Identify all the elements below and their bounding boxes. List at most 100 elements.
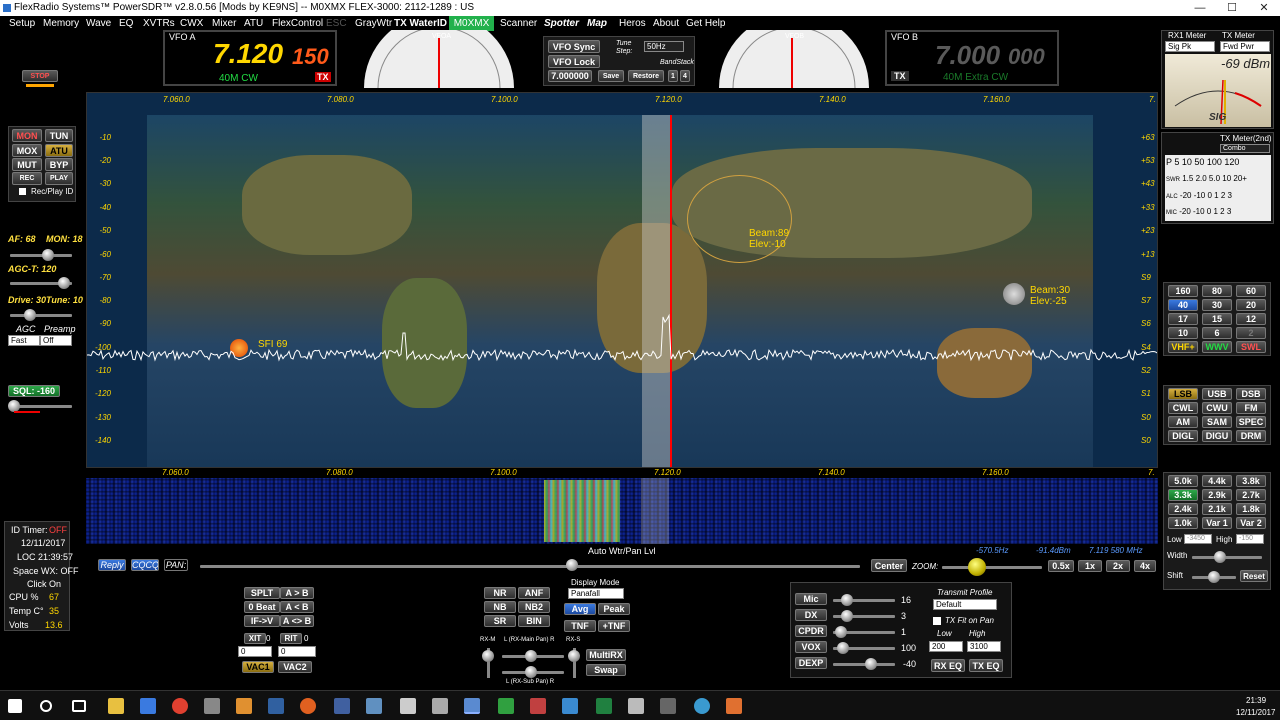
mode-spec[interactable]: SPEC: [1236, 416, 1266, 428]
app-icon-13[interactable]: [660, 698, 676, 714]
zoom-slider-knob[interactable]: [968, 558, 986, 576]
dexp-button[interactable]: DEXP: [795, 657, 827, 669]
band-60[interactable]: 60: [1236, 285, 1266, 297]
mic-knob[interactable]: [841, 594, 853, 606]
main-pan-knob[interactable]: [525, 650, 537, 662]
filter-high-input[interactable]: -150: [1236, 534, 1264, 544]
filter-2.1k[interactable]: 2.1k: [1202, 503, 1232, 515]
sql-button[interactable]: SQL: -160: [8, 385, 60, 397]
menu-esc[interactable]: ESC: [323, 16, 350, 31]
transmit-profile-select[interactable]: Default: [933, 599, 997, 610]
vfo-a-display[interactable]: VFO A 7.120 150 40M CW TX: [163, 30, 337, 86]
atu-button[interactable]: ATU: [45, 144, 73, 157]
menu-graywtr[interactable]: GrayWtr: [352, 16, 395, 31]
menu-get-help[interactable]: Get Help: [683, 16, 728, 31]
pan-slider-knob[interactable]: [566, 559, 578, 571]
menu-map[interactable]: Map: [584, 16, 610, 31]
cqcq-button[interactable]: CQCQ: [131, 559, 159, 571]
filter-shift-knob[interactable]: [1208, 571, 1220, 583]
mode-cwl[interactable]: CWL: [1168, 402, 1198, 414]
filter-var2[interactable]: Var 2: [1236, 517, 1266, 529]
click-on[interactable]: Click On: [27, 579, 61, 589]
app-icon-1[interactable]: [204, 698, 220, 714]
filter-low-input[interactable]: -3450: [1184, 534, 1212, 544]
menu-mixer[interactable]: Mixer: [209, 16, 239, 31]
multirx-button[interactable]: MultiRX: [586, 649, 626, 661]
band-wwv[interactable]: WWV: [1202, 341, 1232, 353]
app-icon-10[interactable]: [562, 698, 578, 714]
zoom-4x[interactable]: 4x: [1134, 560, 1156, 572]
mox-button[interactable]: MOX: [12, 144, 42, 157]
chrome-icon[interactable]: [172, 698, 188, 714]
mode-drm[interactable]: DRM: [1236, 430, 1266, 442]
store-icon[interactable]: [140, 698, 156, 714]
filter-3.8k[interactable]: 3.8k: [1236, 475, 1266, 487]
app-icon-8[interactable]: [498, 698, 514, 714]
b-to-a-button[interactable]: A < B: [280, 601, 314, 613]
rec-button[interactable]: REC: [12, 172, 42, 185]
tx-meter-select[interactable]: Fwd Pwr: [1220, 41, 1270, 52]
tx-high-input[interactable]: 3100: [967, 641, 1001, 652]
preamp-select[interactable]: Off: [40, 335, 72, 346]
band-40[interactable]: 40: [1168, 299, 1198, 311]
play-button[interactable]: PLAY: [45, 172, 73, 185]
tune-step-select[interactable]: 50Hz: [644, 41, 684, 52]
mon-button[interactable]: MON: [12, 129, 42, 142]
rx-main-volume-knob[interactable]: [482, 650, 494, 662]
a-swap-b-button[interactable]: A <> B: [280, 615, 314, 627]
vox-button[interactable]: VOX: [795, 641, 827, 653]
display-mode-select[interactable]: Panafall: [568, 588, 624, 599]
vfo-b-display[interactable]: VFO B 7.000 000 40M Extra CW TX: [885, 30, 1059, 86]
anf-button[interactable]: ANF: [518, 587, 550, 599]
menu-memory[interactable]: Memory: [40, 16, 82, 31]
vfo-sync-button[interactable]: VFO Sync: [548, 40, 600, 53]
rx-eq-button[interactable]: RX EQ: [931, 659, 965, 672]
reply-button[interactable]: Reply: [98, 559, 126, 571]
menu-cwx[interactable]: CWX: [177, 16, 206, 31]
af-slider-knob[interactable]: [42, 249, 54, 261]
nr-button[interactable]: NR: [484, 587, 516, 599]
tun-button[interactable]: TUN: [45, 129, 73, 142]
mode-am[interactable]: AM: [1168, 416, 1198, 428]
vfo-a-tuning-dial[interactable]: VFOA: [360, 30, 518, 88]
app-icon-4[interactable]: [300, 698, 316, 714]
af-slider[interactable]: [10, 254, 72, 257]
close-button[interactable]: ✕: [1244, 0, 1280, 16]
mode-lsb[interactable]: LSB: [1168, 388, 1198, 400]
menu-setup[interactable]: Setup: [6, 16, 38, 31]
filter-3.3k[interactable]: 3.3k: [1168, 489, 1198, 501]
xit-button[interactable]: XIT: [244, 633, 266, 644]
band-10[interactable]: 10: [1168, 327, 1198, 339]
powersdr-icon[interactable]: [464, 698, 480, 714]
app-icon-7[interactable]: [432, 698, 448, 714]
band-vhf[interactable]: VHF+: [1168, 341, 1198, 353]
filter-width-knob[interactable]: [1214, 551, 1226, 563]
band-6[interactable]: 6: [1202, 327, 1232, 339]
dx-knob[interactable]: [841, 610, 853, 622]
menu-atu[interactable]: ATU: [241, 16, 266, 31]
avg-button[interactable]: Avg: [564, 603, 596, 615]
cpdr-button[interactable]: CPDR: [795, 625, 827, 637]
dexp-knob[interactable]: [865, 658, 877, 670]
menu-flexcontrol[interactable]: FlexControl: [269, 16, 326, 31]
xit-input[interactable]: 0: [238, 646, 272, 657]
vac1-button[interactable]: VAC1: [242, 661, 274, 673]
app-icon-15[interactable]: [726, 698, 742, 714]
vox-knob[interactable]: [837, 642, 849, 654]
mode-digl[interactable]: DIGL: [1168, 430, 1198, 442]
band-17[interactable]: 17: [1168, 313, 1198, 325]
zoom-0.5x[interactable]: 0.5x: [1048, 560, 1074, 572]
mode-digu[interactable]: DIGU: [1202, 430, 1232, 442]
restore-button[interactable]: Restore: [628, 70, 664, 82]
panadapter[interactable]: Beam:89 Elev:-10 Beam:30 Elev:-25 SFI 69 7…: [86, 92, 1158, 468]
a-to-b-button[interactable]: A > B: [280, 587, 314, 599]
menu-tx-waterid[interactable]: TX WaterID: [391, 16, 450, 31]
bin-button[interactable]: BIN: [518, 615, 550, 627]
agc-t-slider-knob[interactable]: [58, 277, 70, 289]
pan-slider[interactable]: [200, 565, 860, 568]
app-icon-6[interactable]: [366, 698, 382, 714]
vfo-a-tx[interactable]: TX: [315, 72, 331, 82]
band-2[interactable]: 2: [1236, 327, 1266, 339]
rit-button[interactable]: RIT: [280, 633, 302, 644]
menu-xvtrs[interactable]: XVTRs: [140, 16, 178, 31]
